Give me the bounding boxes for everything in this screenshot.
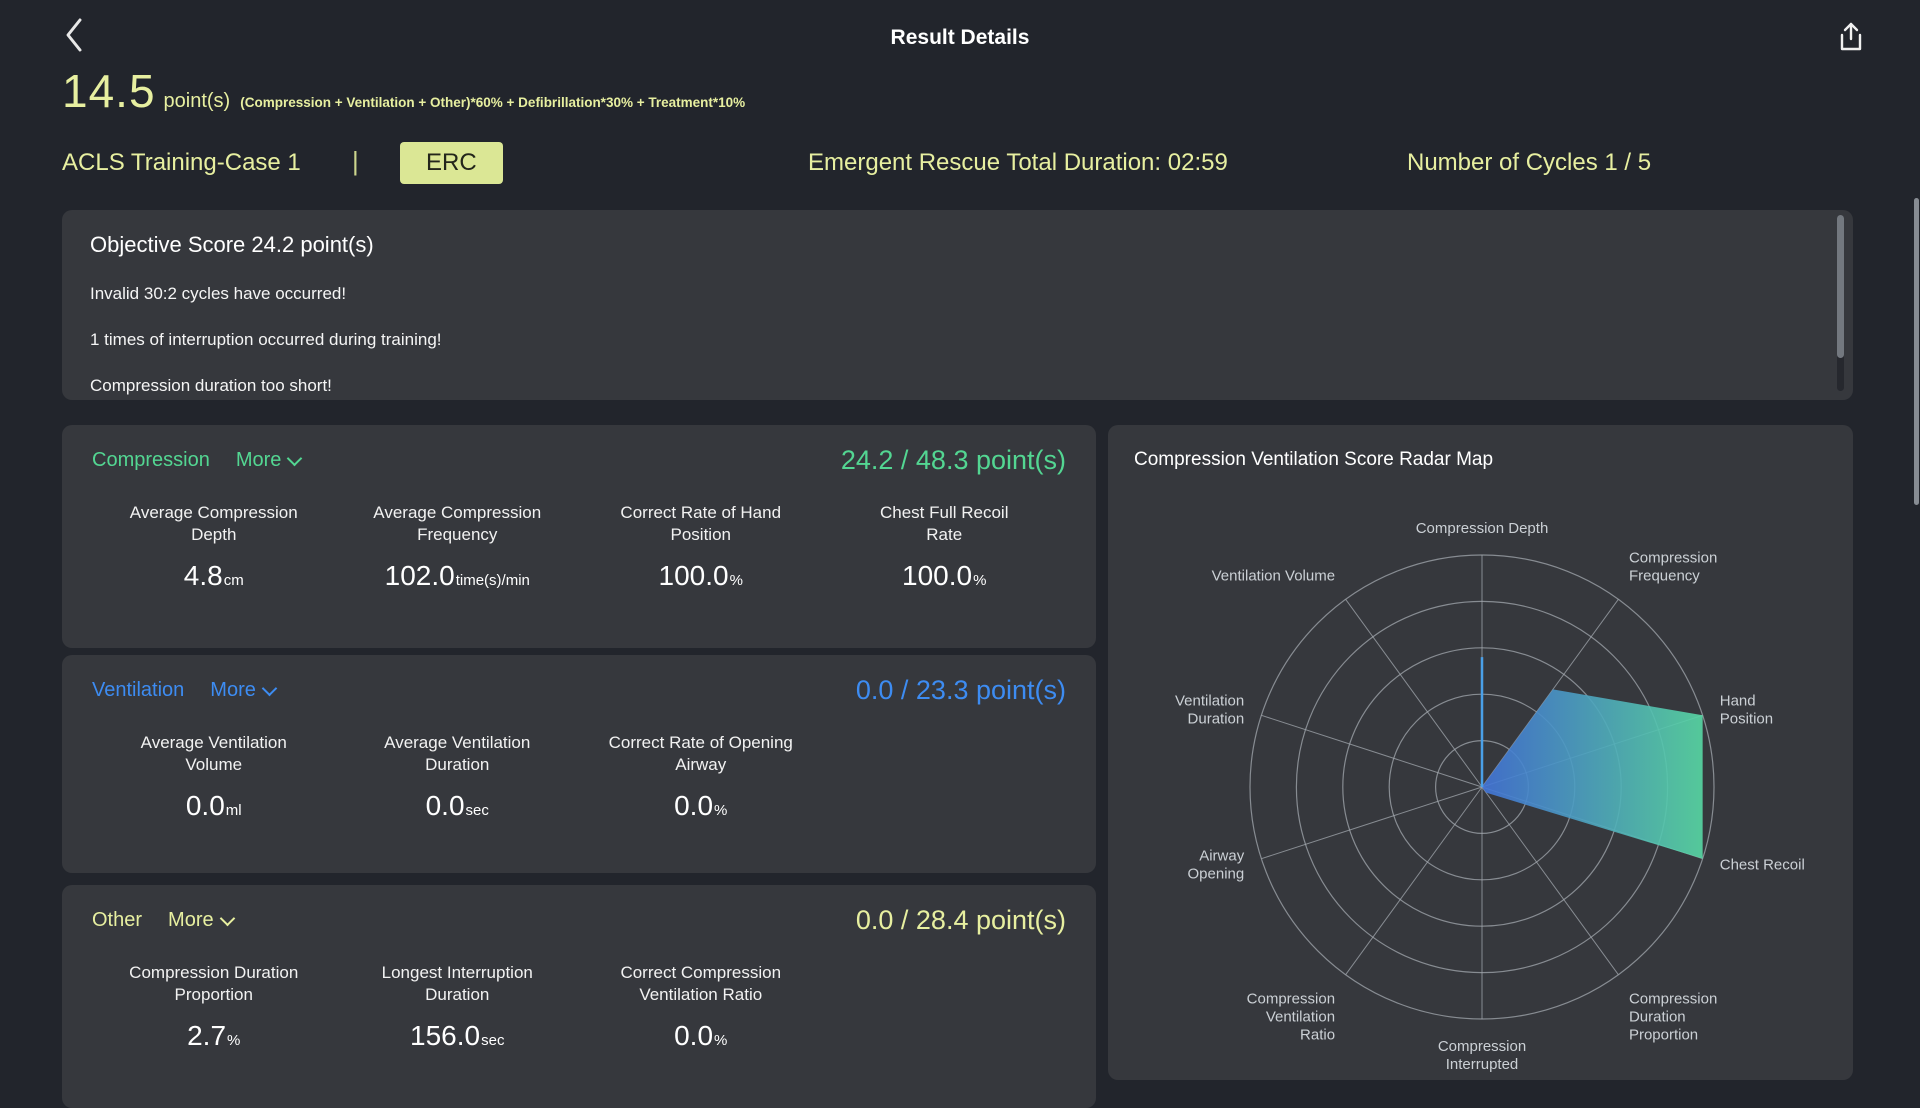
page-scrollbar[interactable] xyxy=(1914,0,1919,1080)
other-panel-title: Other xyxy=(92,909,143,931)
metric-label: Longest Interruption Duration xyxy=(381,963,533,1004)
radar-axis-label: Chest Recoil xyxy=(1720,856,1805,873)
more-label: More xyxy=(210,679,256,701)
metric-label: Average Ventilation Duration xyxy=(384,733,531,774)
metric-average-ventilation-duration: Average Ventilation Duration 0.0sec xyxy=(336,732,580,822)
radar-axis-label: Ventilation Duration xyxy=(1175,693,1244,728)
metric-label: Average Compression Frequency xyxy=(373,503,542,544)
objective-score-title: Objective Score 24.2 point(s) xyxy=(90,232,374,257)
top-bar: Result Details xyxy=(0,0,1920,64)
radar-axis-label: Compression Frequency xyxy=(1629,550,1717,585)
objective-messages: Invalid 30:2 cycles have occurred! 1 tim… xyxy=(90,284,1807,396)
metric-value: 2.7% xyxy=(187,1020,241,1051)
total-score-unit: point(s) xyxy=(163,90,231,112)
metric-compression-duration-proportion: Compression Duration Proportion 2.7% xyxy=(92,962,336,1052)
compression-score: 24.2 / 48.3 point(s) xyxy=(840,445,1066,475)
metric-label: Correct Rate of Hand Position xyxy=(620,503,782,544)
metric-value: 0.0sec xyxy=(425,790,489,821)
radar-panel-title: Compression Ventilation Score Radar Map xyxy=(1134,449,1494,470)
metric-chest-full-recoil-rate: Chest Full Recoil Rate 100.0% xyxy=(823,502,1067,592)
radar-chart: Compression Depth Compression Frequency Han… xyxy=(1175,520,1805,1073)
compression-panel-title: Compression xyxy=(92,449,210,471)
divider: | xyxy=(352,146,359,176)
share-button[interactable] xyxy=(1834,20,1868,58)
other-metrics: Compression Duration Proportion 2.7% Longes… xyxy=(92,962,1066,1052)
ventilation-panel-header: Ventilation More 0.0 / 23.3 point(s) xyxy=(92,655,1066,706)
metric-correct-rate-of-hand-position: Correct Rate of Hand Position 100.0% xyxy=(579,502,823,592)
score-formula: (Compression + Ventilation + Other)*60% … xyxy=(240,95,746,110)
compression-panel-header: Compression More 24.2 / 48.3 point(s) xyxy=(92,425,1066,476)
cycles-label: Number of Cycles 1 / 5 xyxy=(1407,149,1652,176)
share-icon xyxy=(1840,22,1862,50)
radar-spoke xyxy=(1345,786,1483,975)
metric-average-ventilation-volume: Average Ventilation Volume 0.0ml xyxy=(92,732,336,822)
objective-message: Invalid 30:2 cycles have occurred! xyxy=(90,284,347,303)
metric-value: 156.0sec xyxy=(410,1020,505,1051)
radar-axis-label: Hand Position xyxy=(1720,693,1773,728)
objective-panel-scrollbar[interactable] xyxy=(1837,215,1844,391)
ventilation-panel-title: Ventilation xyxy=(92,679,185,701)
session-info-row: ACLS Training-Case 1 | ERC Emergent Resc… xyxy=(62,142,1853,188)
metric-longest-interruption-duration: Longest Interruption Duration 156.0sec xyxy=(336,962,580,1052)
case-name: ACLS Training-Case 1 xyxy=(62,149,301,176)
more-label: More xyxy=(235,449,282,471)
radar-spoke xyxy=(1261,786,1483,860)
metric-value: 0.0ml xyxy=(185,790,242,821)
metric-correct-compression-ventilation-ratio: Correct Compression Ventilation Ratio 0.0% xyxy=(579,962,823,1052)
metric-value: 0.0% xyxy=(674,1020,728,1051)
ventilation-more-button[interactable]: More xyxy=(210,679,278,702)
metric-label: Correct Compression Ventilation Ratio xyxy=(620,963,782,1004)
metric-value: 0.0% xyxy=(674,790,728,821)
radar-spoke xyxy=(1261,714,1483,788)
more-label: More xyxy=(168,909,214,931)
chevron-down-icon xyxy=(287,450,303,466)
compression-panel: Compression More 24.2 / 48.3 point(s) Av… xyxy=(62,425,1096,648)
rescue-duration-label: Emergent Rescue Total Duration: 02:59 xyxy=(808,149,1228,176)
ventilation-metrics: Average Ventilation Volume 0.0ml Average Ve… xyxy=(92,732,1066,822)
metric-value: 102.0time(s)/min xyxy=(384,560,530,591)
radar-axis-label: Compression Depth xyxy=(1416,520,1549,537)
objective-message: 1 times of interruption occurred during … xyxy=(90,330,442,349)
compression-more-button[interactable]: More xyxy=(235,449,303,472)
total-score-value: 14.5 xyxy=(62,65,156,117)
chevron-down-icon xyxy=(219,910,235,926)
compression-metrics: Average Compression Depth 4.8cm Average Com… xyxy=(92,502,1066,592)
total-score-row: 14.5 point(s) (Compression + Ventilation… xyxy=(62,64,745,118)
metric-value: 100.0% xyxy=(902,560,987,591)
radar-spoke xyxy=(1345,599,1483,788)
metric-label: Compression Duration Proportion xyxy=(129,963,299,1004)
standard-badge: ERC xyxy=(400,142,503,184)
metric-average-compression-depth: Average Compression Depth 4.8cm xyxy=(92,502,336,592)
metric-label: Chest Full Recoil Rate xyxy=(880,503,1009,544)
metric-value: 100.0% xyxy=(658,560,743,591)
radar-panel: Compression Ventilation Score Radar Map … xyxy=(1108,425,1853,1080)
objective-score-panel: Objective Score 24.2 point(s) Invalid 30… xyxy=(62,210,1853,400)
objective-panel-scroll-thumb[interactable] xyxy=(1837,215,1844,358)
objective-message: Compression duration too short! xyxy=(90,376,332,395)
page-scroll-thumb[interactable] xyxy=(1914,198,1919,505)
radar-axis-label: Compression Ventilation Ratio xyxy=(1247,990,1335,1043)
metric-correct-rate-of-opening-airway: Correct Rate of Opening Airway 0.0% xyxy=(579,732,823,822)
radar-axis-label: Compression Interrupted xyxy=(1438,1038,1526,1073)
metric-average-compression-frequency: Average Compression Frequency 102.0time(s)… xyxy=(336,502,580,592)
chevron-down-icon xyxy=(261,680,278,696)
other-score: 0.0 / 28.4 point(s) xyxy=(855,905,1066,935)
metric-label: Correct Rate of Opening Airway xyxy=(608,733,793,774)
page-title: Result Details xyxy=(890,26,1030,49)
radar-axis-label: Airway Opening xyxy=(1188,847,1245,882)
metric-value: 4.8cm xyxy=(183,560,244,591)
other-more-button[interactable]: More xyxy=(168,909,235,932)
ventilation-panel: Ventilation More 0.0 / 23.3 point(s) Ave… xyxy=(62,655,1096,873)
radar-axis-label: Ventilation Volume xyxy=(1212,568,1335,585)
metric-label: Average Ventilation Volume xyxy=(140,733,287,774)
radar-axis-label: Compression Duration Proportion xyxy=(1629,990,1717,1043)
other-panel: Other More 0.0 / 28.4 point(s) Compressi… xyxy=(62,885,1096,1108)
ventilation-score: 0.0 / 23.3 point(s) xyxy=(855,675,1066,705)
metric-label: Average Compression Depth xyxy=(129,503,298,544)
other-panel-header: Other More 0.0 / 28.4 point(s) xyxy=(92,885,1066,936)
